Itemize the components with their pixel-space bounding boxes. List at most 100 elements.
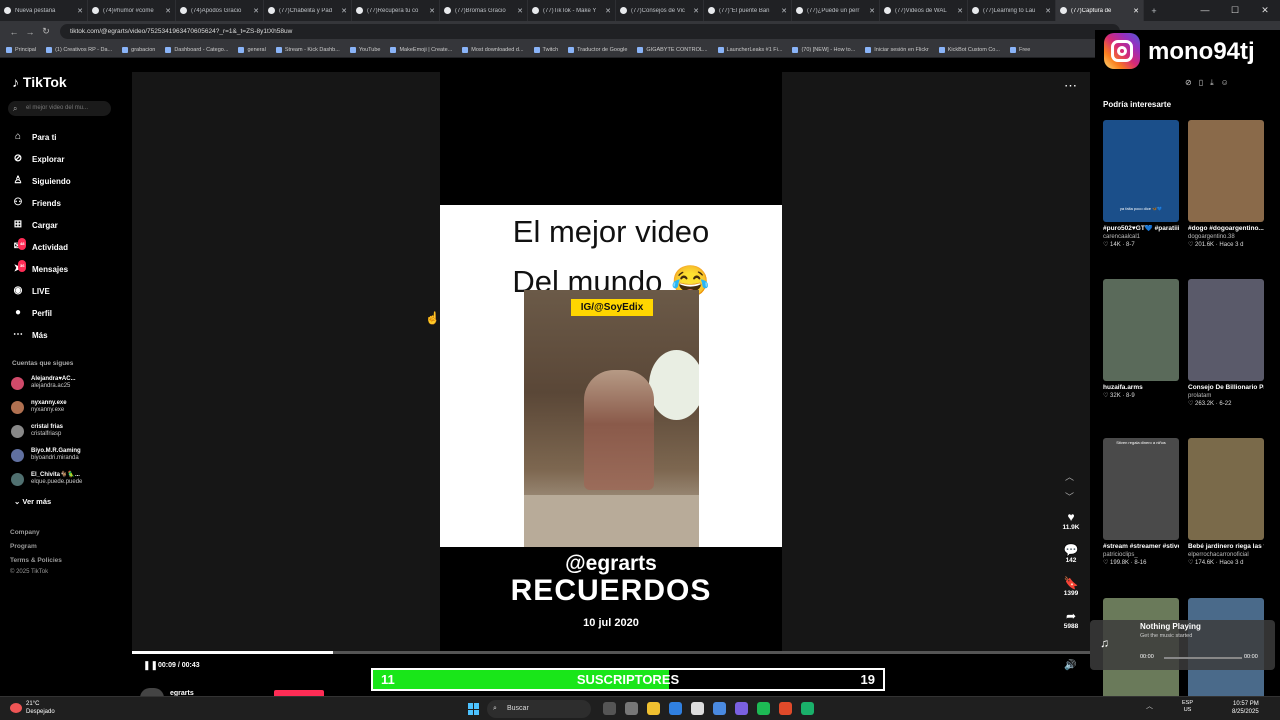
- bookmark-item[interactable]: Twitch: [533, 46, 558, 53]
- browser-tab[interactable]: (77)Recupera tu co ✕: [352, 0, 440, 21]
- new-tab-icon[interactable]: +: [1144, 0, 1164, 21]
- tab-close-icon[interactable]: ✕: [517, 7, 523, 15]
- close-window-icon[interactable]: ✕: [1250, 0, 1280, 21]
- tab-close-icon[interactable]: ✕: [1045, 7, 1051, 15]
- nav-item-para-ti[interactable]: ⌂ Para ti: [12, 130, 57, 144]
- browser-tab[interactable]: (77)Learning to Lau ✕: [968, 0, 1056, 21]
- back-icon[interactable]: ←: [6, 27, 22, 37]
- recommendation-card[interactable]: huzaifa.arms ♡ 32K · 8-9: [1103, 279, 1179, 400]
- bookmark-item[interactable]: GIGABYTE CONTROL...: [637, 46, 708, 53]
- nav-item-mensajes[interactable]: ➤36 Mensajes: [12, 260, 68, 276]
- bookmark-item[interactable]: Dashboard - Catego...: [165, 46, 228, 53]
- browser-tab[interactable]: (77)Consejos de Vic ✕: [616, 0, 704, 21]
- maximize-icon[interactable]: ☐: [1220, 0, 1250, 21]
- nav-item-live[interactable]: ◉ LIVE: [12, 284, 50, 298]
- tab-close-icon[interactable]: ✕: [957, 7, 963, 15]
- tab-close-icon[interactable]: ✕: [341, 7, 347, 15]
- nav-item-explorar[interactable]: ⊘ Explorar: [12, 152, 65, 166]
- recommendation-card[interactable]: Bebé jardinero riega las flores de su...…: [1188, 438, 1264, 567]
- bookmark-item[interactable]: KickBot Custom Co...: [938, 46, 1000, 53]
- chevron-up-icon[interactable]: ︿: [1065, 470, 1074, 483]
- comment-button[interactable]: 💬 142: [1058, 543, 1084, 564]
- tab-close-icon[interactable]: ✕: [1133, 7, 1139, 15]
- footer-program[interactable]: Program: [10, 543, 37, 550]
- bookmark-item[interactable]: (1) Creativos RP - Da...: [46, 46, 112, 53]
- followed-account[interactable]: Alejandra♥AC... alejandra.ac25: [11, 374, 76, 392]
- tab-close-icon[interactable]: ✕: [77, 7, 83, 15]
- bookmark-item[interactable]: LauncherLeaks #1 Fi...: [717, 46, 782, 53]
- video-progress-bar[interactable]: [132, 651, 1090, 654]
- search-input[interactable]: ⌕ el mejor video del mu...: [8, 101, 111, 116]
- see-more-link[interactable]: ⌄ Ver más: [14, 497, 51, 506]
- save-button[interactable]: 🔖 1399: [1058, 576, 1084, 597]
- bookmark-item[interactable]: general: [238, 46, 266, 53]
- recommendation-card[interactable]: Consejo De Billionario Para... prolatam ♡ …: [1188, 279, 1264, 408]
- video-player[interactable]: El mejor video Del mundo 😂 IG/@SoyEdix @…: [440, 72, 782, 652]
- footer-company[interactable]: Company: [10, 529, 40, 536]
- obs-icon[interactable]: [801, 702, 814, 715]
- nav-item-más[interactable]: ⋯ Más: [12, 328, 48, 342]
- browser-tab[interactable]: (77)Captura de ✕: [1056, 0, 1144, 21]
- chevron-down-nav-icon[interactable]: ﹀: [1065, 490, 1074, 503]
- more-options-icon[interactable]: ⋯: [1064, 78, 1077, 94]
- minimize-icon[interactable]: —: [1190, 0, 1220, 21]
- bookmark-item[interactable]: grabacion: [122, 46, 155, 53]
- browser-tab[interactable]: (74)#humor #come ✕: [88, 0, 176, 21]
- bookmark-item[interactable]: (70) [NEW] - How to...: [792, 46, 855, 53]
- pause-icon[interactable]: ❚❚: [143, 660, 158, 671]
- discord-icon[interactable]: [735, 702, 748, 715]
- tab-close-icon[interactable]: ✕: [429, 7, 435, 15]
- tab-close-icon[interactable]: ✕: [165, 7, 171, 15]
- music-track[interactable]: [1164, 657, 1242, 659]
- followed-account[interactable]: Biyo.M.R.Gaming biyoandri.miranda: [11, 446, 81, 464]
- download-icon[interactable]: ⤓: [1210, 78, 1221, 87]
- compass-tool-icon[interactable]: ⊘: [1185, 78, 1199, 87]
- windows-start-icon[interactable]: [468, 703, 480, 715]
- nav-item-cargar[interactable]: ⊞ Cargar: [12, 218, 58, 232]
- bookmark-item[interactable]: Free: [1009, 46, 1030, 53]
- volume-icon[interactable]: 🔊: [1064, 660, 1076, 671]
- browser-tab[interactable]: (77)"El puente Ban ✕: [704, 0, 792, 21]
- taskbar-clock[interactable]: 10:57 PM 8/25/2025: [1232, 700, 1259, 716]
- followed-account[interactable]: nyxanny.exe nyxanny.exe: [11, 398, 67, 416]
- browser-tab[interactable]: (77)Videos de WAL ✕: [880, 0, 968, 21]
- chrome-icon[interactable]: [779, 702, 792, 715]
- footer-terms[interactable]: Terms & Policies: [10, 557, 62, 564]
- bookmark-item[interactable]: Most downloaded d...: [462, 46, 524, 53]
- nav-item-perfil[interactable]: ● Perfil: [12, 306, 52, 320]
- bookmark-item[interactable]: Stream - Kick Dashb...: [275, 46, 340, 53]
- file-explorer-icon[interactable]: [647, 702, 660, 715]
- recommendation-card[interactable]: Stiven regala dinero a niños #stream #str…: [1103, 438, 1179, 567]
- browser-tab[interactable]: (77)¿Puede un perr ✕: [792, 0, 880, 21]
- tab-close-icon[interactable]: ✕: [253, 7, 259, 15]
- taskbar-search[interactable]: ⌕ Buscar: [487, 700, 591, 718]
- browser-tab[interactable]: (77)TikTok - Make Y ✕: [528, 0, 616, 21]
- browser-tab[interactable]: Nueva pestaña ✕: [0, 0, 88, 21]
- share-button[interactable]: ➦ 5988: [1058, 609, 1084, 630]
- browser-tab[interactable]: (77)Bromas Gracio ✕: [440, 0, 528, 21]
- language-indicator[interactable]: ESP US: [1182, 700, 1193, 714]
- tab-close-icon[interactable]: ✕: [869, 7, 875, 15]
- spotify-icon[interactable]: [757, 702, 770, 715]
- browser-tab[interactable]: (74)Apodos Gracio ✕: [176, 0, 264, 21]
- bookmark-item[interactable]: Iniciar sesión en Flickr: [865, 46, 929, 53]
- weather-widget[interactable]: 21°C Despejado: [10, 700, 55, 716]
- widgets-icon[interactable]: [625, 702, 638, 715]
- tab-close-icon[interactable]: ✕: [693, 7, 699, 15]
- followed-account[interactable]: cristal frias cristalfriasp: [11, 422, 63, 440]
- store-icon[interactable]: [669, 702, 682, 715]
- bookmark-item[interactable]: Traductor de Google: [568, 46, 627, 53]
- tiktok-logo[interactable]: ♪ TikTok: [12, 74, 67, 90]
- nav-item-actividad[interactable]: ✉48 Actividad: [12, 238, 68, 254]
- task-view-icon[interactable]: [603, 702, 616, 715]
- bookmark-item[interactable]: MakeEmoji | Create...: [390, 46, 452, 53]
- user-avatar-icon[interactable]: ☺: [1221, 78, 1236, 87]
- like-button[interactable]: ♥ 11.9K: [1058, 510, 1084, 531]
- nav-item-friends[interactable]: ⚇ Friends: [12, 196, 61, 210]
- bookmark-item[interactable]: YouTube: [349, 46, 380, 53]
- edge-icon[interactable]: [713, 702, 726, 715]
- browser-tab[interactable]: (77)Chabelita y Pad ✕: [264, 0, 352, 21]
- nav-item-siguiendo[interactable]: ♙ Siguiendo: [12, 174, 71, 188]
- followed-account[interactable]: El_Chivita🐐🦜... elque.puede.puede: [11, 470, 82, 488]
- tab-close-icon[interactable]: ✕: [781, 7, 787, 15]
